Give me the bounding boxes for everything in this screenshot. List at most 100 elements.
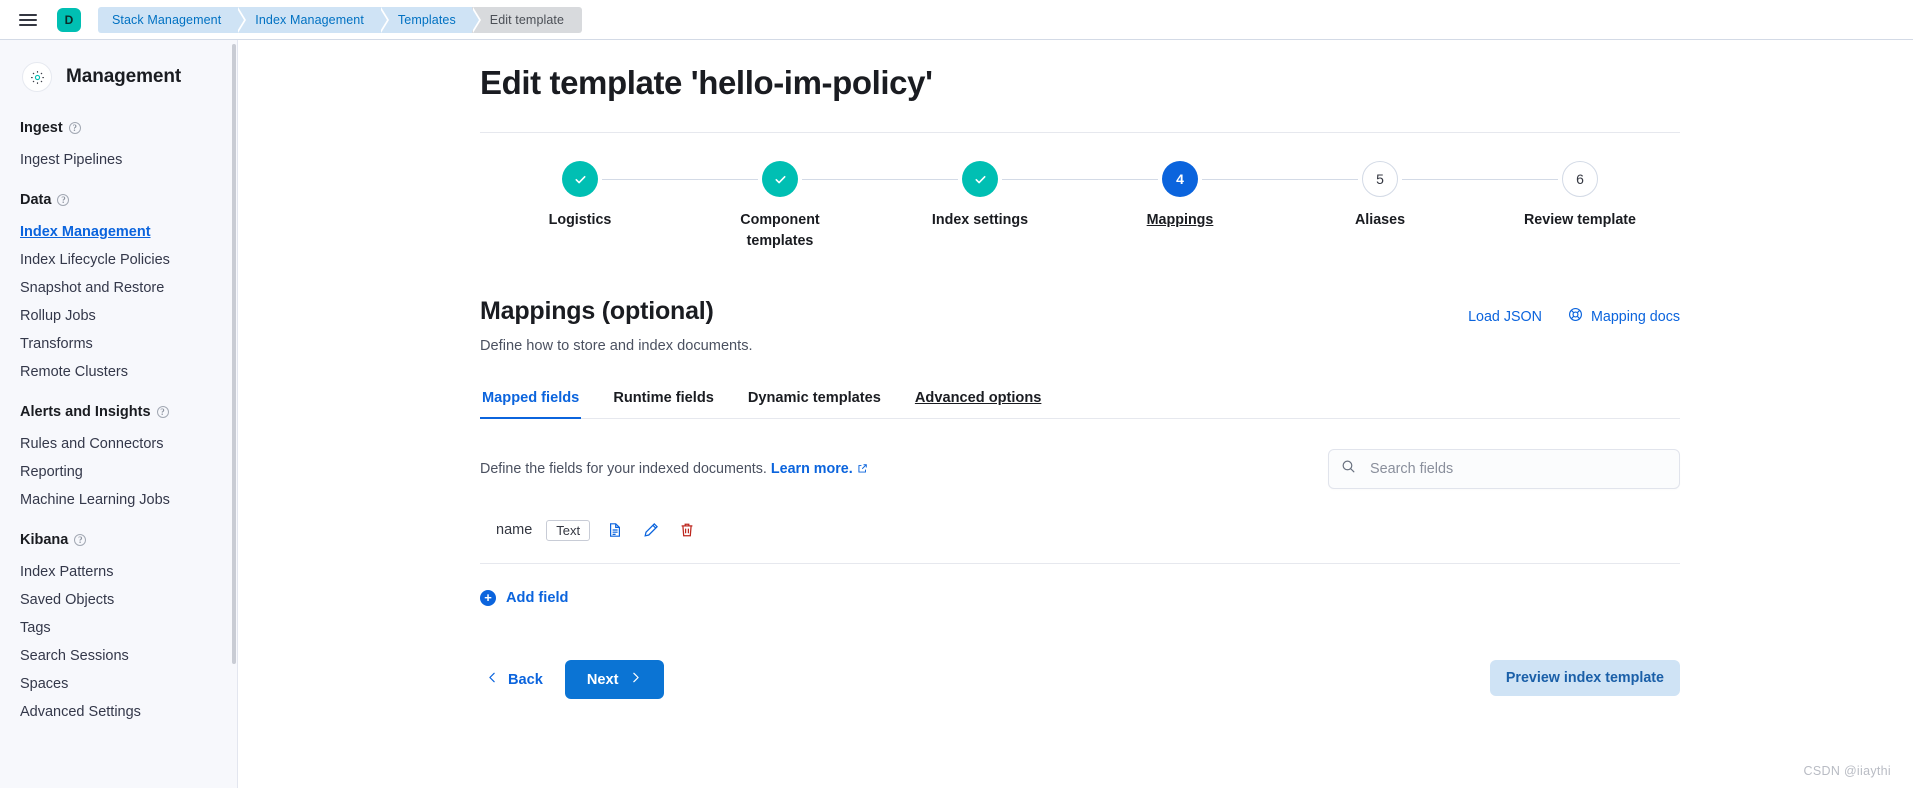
learn-more-link[interactable]: Learn more. — [771, 461, 853, 477]
step-marker-todo: 6 — [1562, 161, 1598, 197]
step-mappings[interactable]: 4 Mappings — [1080, 161, 1280, 251]
search-icon — [1341, 459, 1356, 479]
step-connector — [880, 179, 958, 180]
preview-index-template-button[interactable]: Preview index template — [1489, 659, 1680, 696]
sidebar-title: Management — [66, 66, 182, 87]
next-button-label: Next — [586, 671, 619, 688]
sidebar-item-machine-learning-jobs[interactable]: Machine Learning Jobs — [0, 486, 237, 514]
sidebar-item-saved-objects[interactable]: Saved Objects — [0, 586, 237, 614]
sidebar-scrollbar[interactable] — [232, 44, 236, 664]
load-json-link[interactable]: Load JSON — [1468, 309, 1542, 325]
breadcrumb-item-index-management[interactable]: Index Management — [237, 6, 389, 33]
back-button-label: Back — [508, 671, 543, 688]
step-label: Aliases — [1354, 212, 1406, 228]
sidebar-item-rules-and-connectors[interactable]: Rules and Connectors — [0, 430, 237, 458]
top-header-bar: D Stack Management Index Management Temp… — [0, 0, 1913, 40]
mappings-header-actions: Load JSON Mapping docs — [1468, 307, 1680, 326]
step-connector — [1402, 179, 1480, 180]
tab-dynamic-templates[interactable]: Dynamic templates — [746, 384, 883, 419]
sidebar-group-label: Ingest — [20, 120, 63, 136]
trash-delete-icon[interactable] — [676, 519, 698, 541]
sidebar-item-index-lifecycle-policies[interactable]: Index Lifecycle Policies — [0, 246, 237, 274]
step-connector — [1002, 179, 1080, 180]
sidebar-item-advanced-settings[interactable]: Advanced Settings — [0, 698, 237, 726]
search-fields-box[interactable] — [1328, 449, 1680, 490]
breadcrumb-item-stack-management[interactable]: Stack Management — [98, 6, 247, 33]
mapping-docs-link[interactable]: Mapping docs — [1568, 307, 1680, 326]
sidebar-item-snapshot-and-restore[interactable]: Snapshot and Restore — [0, 274, 237, 302]
add-field-button[interactable]: + Add field — [480, 590, 569, 607]
search-fields-input[interactable] — [1368, 460, 1667, 479]
fields-toolbar: Define the fields for your indexed docum… — [480, 449, 1680, 490]
external-link-icon — [857, 461, 868, 477]
step-label: Logistics — [548, 212, 612, 228]
plus-circle-icon: + — [480, 590, 496, 607]
mappings-tabs: Mapped fields Runtime fields Dynamic tem… — [480, 384, 1680, 420]
sidebar-item-transforms[interactable]: Transforms — [0, 330, 237, 358]
breadcrumb-item-edit-template: Edit template — [471, 6, 583, 33]
hamburger-menu-icon[interactable] — [8, 0, 48, 40]
document-icon[interactable] — [604, 519, 626, 541]
step-label: Mappings — [1146, 212, 1214, 228]
step-review-template[interactable]: 6 Review template — [1480, 161, 1680, 251]
step-marker-done — [562, 161, 598, 197]
sidebar-item-index-management[interactable]: Index Management — [0, 218, 237, 246]
add-field-label: Add field — [506, 590, 569, 607]
step-logistics[interactable]: Logistics — [480, 161, 680, 251]
step-component-templates[interactable]: Component templates — [680, 161, 880, 251]
step-connector — [802, 179, 880, 180]
next-button[interactable]: Next — [564, 660, 664, 700]
sidebar-group-title: Alerts and Insights ? — [0, 404, 237, 430]
step-connector — [1080, 179, 1158, 180]
breadcrumb: Stack Management Index Management Templa… — [98, 6, 583, 33]
main-content: Edit template 'hello-im-policy' Logistic… — [239, 40, 1913, 788]
step-label: Index settings — [931, 212, 1029, 228]
title-divider — [480, 132, 1680, 133]
question-icon[interactable]: ? — [68, 122, 81, 134]
step-connector — [602, 179, 680, 180]
question-icon[interactable]: ? — [57, 194, 70, 206]
tab-advanced-options[interactable]: Advanced options — [913, 384, 1044, 419]
mapped-field-row[interactable]: name Text — [480, 519, 1680, 565]
sidebar-item-spaces[interactable]: Spaces — [0, 670, 237, 698]
question-icon[interactable]: ? — [156, 406, 169, 418]
mappings-title: Mappings (optional) — [480, 297, 714, 326]
avatar[interactable]: D — [57, 7, 81, 32]
mapping-docs-label: Mapping docs — [1590, 308, 1680, 325]
mappings-header: Mappings (optional) Define how to store … — [480, 297, 1680, 354]
sidebar-group-data: Data ? Index Management Index Lifecycle … — [0, 192, 237, 386]
watermark: CSDN @iiaythi — [1803, 764, 1891, 778]
sidebar-group-alerts-and-insights: Alerts and Insights ? Rules and Connecto… — [0, 404, 237, 514]
gear-icon — [22, 62, 52, 92]
pencil-edit-icon[interactable] — [640, 519, 662, 541]
sidebar-item-rollup-jobs[interactable]: Rollup Jobs — [0, 302, 237, 330]
step-connector — [1202, 179, 1280, 180]
step-index-settings[interactable]: Index settings — [880, 161, 1080, 251]
step-marker-done — [962, 161, 998, 197]
sidebar-item-search-sessions[interactable]: Search Sessions — [0, 642, 237, 670]
step-marker-done — [762, 161, 798, 197]
sidebar-item-ingest-pipelines[interactable]: Ingest Pipelines — [0, 146, 237, 174]
sidebar-group-kibana: Kibana ? Index Patterns Saved Objects Ta… — [0, 532, 237, 726]
sidebar-item-reporting[interactable]: Reporting — [0, 458, 237, 486]
tab-runtime-fields[interactable]: Runtime fields — [611, 384, 716, 419]
step-label: Review template — [1523, 212, 1637, 228]
tab-mapped-fields[interactable]: Mapped fields — [480, 384, 582, 420]
back-button[interactable]: Back — [480, 663, 549, 696]
chevron-right-icon — [629, 671, 642, 688]
wizard-footer-nav: Back Next — [480, 660, 664, 700]
sidebar-item-tags[interactable]: Tags — [0, 614, 237, 642]
sidebar-group-label: Data — [20, 192, 52, 208]
step-aliases[interactable]: 5 Aliases — [1280, 161, 1480, 251]
fields-description-text: Define the fields for your indexed docum… — [480, 461, 767, 478]
sidebar-item-index-patterns[interactable]: Index Patterns — [0, 558, 237, 586]
hamburger-bar — [19, 13, 37, 16]
sidebar-item-remote-clusters[interactable]: Remote Clusters — [0, 358, 237, 386]
breadcrumb-item-templates[interactable]: Templates — [379, 6, 481, 33]
sidebar-group-title: Kibana ? — [0, 532, 237, 558]
page-title: Edit template 'hello-im-policy' — [480, 64, 933, 101]
step-connector — [1280, 179, 1358, 180]
question-icon[interactable]: ? — [74, 534, 87, 546]
hamburger-bar — [19, 18, 37, 21]
help-lifebuoy-icon — [1568, 307, 1583, 326]
